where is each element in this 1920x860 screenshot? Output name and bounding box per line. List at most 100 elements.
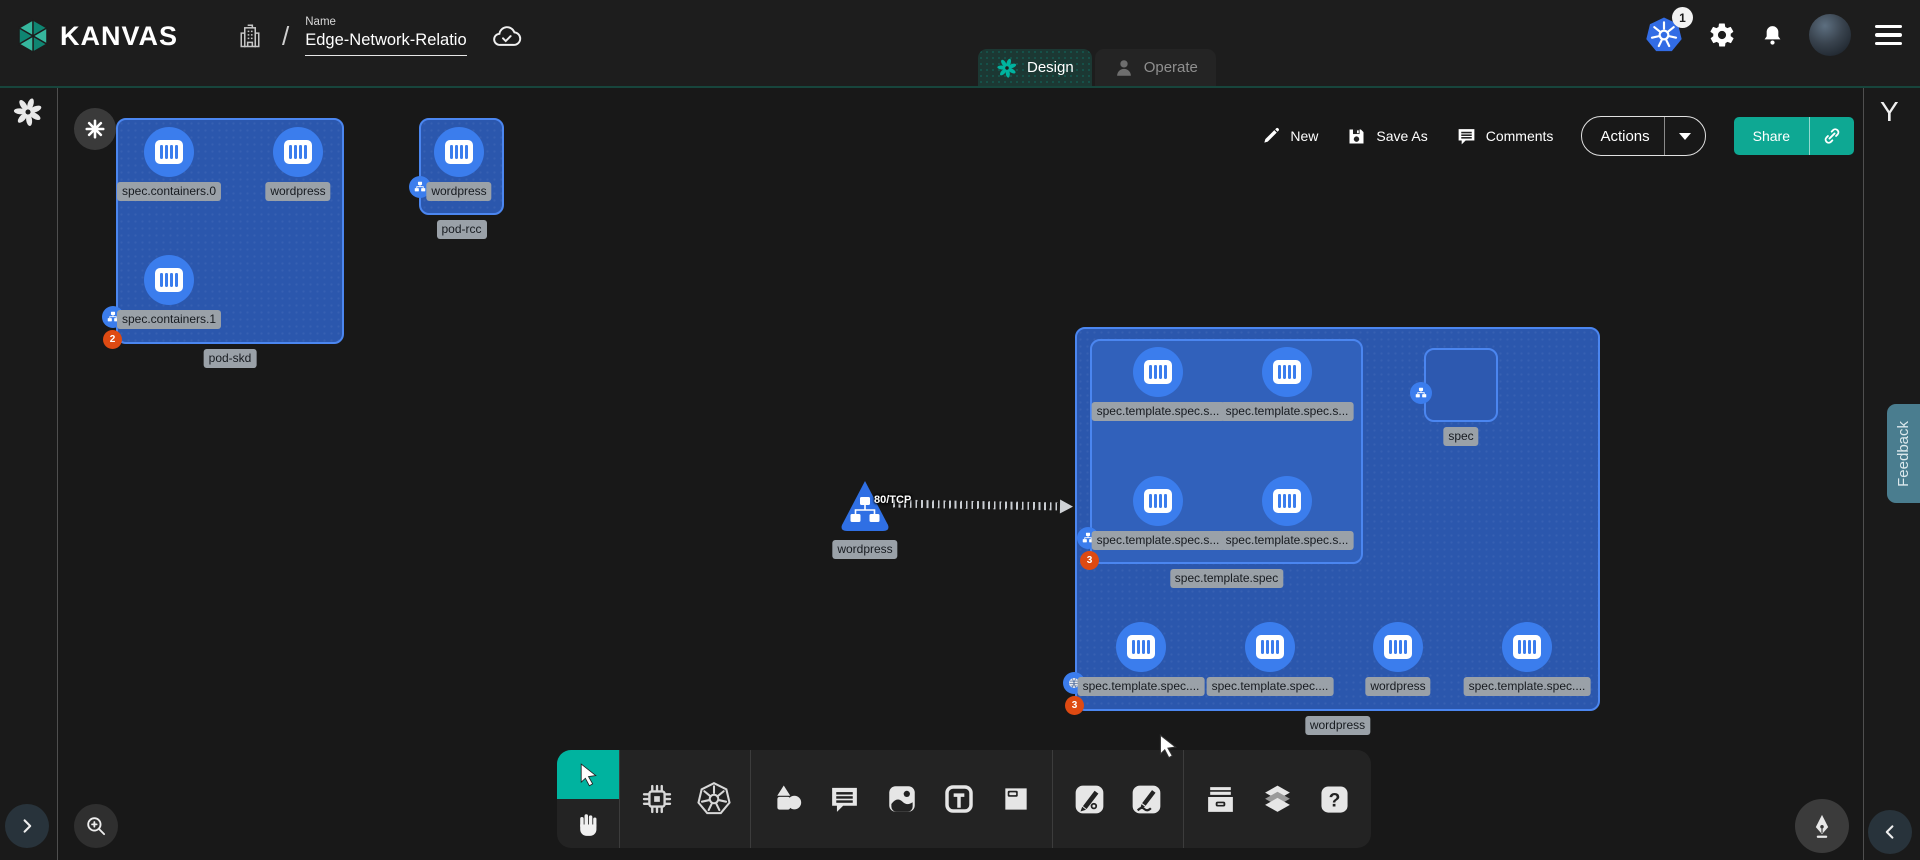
settings-gear-icon[interactable] bbox=[1708, 21, 1736, 49]
node-label: spec.template.spec.s... bbox=[1221, 402, 1354, 421]
container-icon bbox=[1133, 476, 1183, 526]
link-icon bbox=[1821, 125, 1843, 147]
mode-tabs: Design Operate bbox=[978, 49, 1216, 86]
kubernetes-context-button[interactable]: 1 bbox=[1644, 15, 1684, 55]
container-icon bbox=[1262, 476, 1312, 526]
asterisk-node-button[interactable] bbox=[74, 108, 116, 150]
actions-dropdown-button[interactable]: Actions bbox=[1581, 116, 1705, 156]
container-node[interactable]: wordpress bbox=[1373, 622, 1423, 672]
container-icon bbox=[273, 127, 323, 177]
service-edge[interactable] bbox=[893, 500, 1061, 511]
shapes-tool-button[interactable] bbox=[759, 750, 816, 848]
container-node[interactable]: spec.template.spec.... bbox=[1502, 622, 1552, 672]
pencil-icon bbox=[1261, 126, 1281, 146]
archive-tool-button[interactable] bbox=[1192, 750, 1249, 848]
pen-tool-button[interactable] bbox=[1061, 750, 1118, 848]
node-label: spec.template.spec.... bbox=[1464, 677, 1591, 696]
svg-text:?: ? bbox=[1329, 790, 1341, 811]
error-count-badge[interactable]: 2 bbox=[103, 330, 122, 349]
container-icon bbox=[144, 255, 194, 305]
layers-tool-button[interactable] bbox=[1249, 750, 1306, 848]
cloud-sync-icon[interactable] bbox=[491, 21, 522, 52]
save-as-button[interactable]: Save As bbox=[1346, 126, 1427, 147]
tab-operate[interactable]: Operate bbox=[1095, 49, 1216, 86]
group-spec[interactable]: spec bbox=[1424, 348, 1498, 422]
hamburger-menu-icon[interactable] bbox=[1875, 25, 1902, 46]
image-tool-button[interactable] bbox=[873, 750, 930, 848]
sticky-note-tool-button[interactable] bbox=[987, 750, 1044, 848]
zoom-button[interactable] bbox=[74, 804, 118, 848]
text-tool-button[interactable] bbox=[930, 750, 987, 848]
design-name-input[interactable]: Edge-Network-Relatio bbox=[305, 31, 467, 56]
kubernetes-tool-button[interactable] bbox=[685, 750, 742, 848]
container-node[interactable]: spec.template.spec.s... bbox=[1133, 347, 1183, 397]
notifications-bell-icon[interactable] bbox=[1760, 23, 1785, 48]
node-label: spec.template.spec.s... bbox=[1221, 531, 1354, 550]
group-label: pod-rcc bbox=[436, 220, 486, 239]
meshery-spiral-icon[interactable] bbox=[12, 96, 44, 128]
y-panel-icon[interactable]: Y bbox=[1880, 96, 1899, 128]
error-count-badge[interactable]: 3 bbox=[1065, 696, 1084, 715]
new-button[interactable]: New bbox=[1261, 126, 1318, 146]
group-label: wordpress bbox=[1305, 716, 1370, 735]
group-label: pod-skd bbox=[204, 349, 257, 368]
kanvas-logo-icon[interactable] bbox=[14, 17, 52, 55]
tab-design[interactable]: Design bbox=[978, 49, 1092, 86]
expand-sidebar-button[interactable] bbox=[5, 804, 49, 848]
freehand-tool-button[interactable] bbox=[1118, 750, 1175, 848]
node-label: wordpress bbox=[832, 540, 897, 559]
container-icon bbox=[1373, 622, 1423, 672]
container-icon bbox=[1133, 347, 1183, 397]
container-node[interactable]: wordpress bbox=[273, 127, 323, 177]
breadcrumb-separator: / bbox=[282, 21, 289, 52]
feedback-tab[interactable]: Feedback bbox=[1887, 404, 1920, 503]
new-button-label: New bbox=[1290, 128, 1318, 144]
collapse-panel-button[interactable] bbox=[1868, 810, 1912, 854]
comments-button[interactable]: Comments bbox=[1456, 126, 1554, 147]
service-node[interactable]: wordpress bbox=[839, 478, 891, 535]
comments-label: Comments bbox=[1486, 128, 1554, 144]
container-node[interactable]: spec.containers.1 bbox=[144, 255, 194, 305]
tab-design-label: Design bbox=[1027, 59, 1074, 76]
organization-icon[interactable] bbox=[236, 22, 264, 50]
container-node[interactable]: spec.containers.0 bbox=[144, 127, 194, 177]
container-icon bbox=[1262, 347, 1312, 397]
error-count-badge[interactable]: 3 bbox=[1080, 551, 1099, 570]
feedback-label: Feedback bbox=[1895, 421, 1912, 487]
floppy-icon bbox=[1346, 126, 1367, 147]
node-label: wordpress bbox=[1365, 677, 1430, 696]
container-icon bbox=[1245, 622, 1295, 672]
node-label: spec.template.spec.s... bbox=[1092, 402, 1225, 421]
help-tool-button[interactable]: ? bbox=[1306, 750, 1363, 848]
node-label: spec.template.spec.s... bbox=[1092, 531, 1225, 550]
comment-icon bbox=[1456, 126, 1477, 147]
pan-tool-button[interactable] bbox=[557, 799, 619, 848]
share-split-button[interactable]: Share bbox=[1734, 117, 1854, 155]
operate-person-icon bbox=[1113, 57, 1135, 79]
actions-caret-button[interactable] bbox=[1664, 117, 1705, 155]
kubernetes-context-badge: 1 bbox=[1672, 7, 1693, 28]
copy-link-button[interactable] bbox=[1809, 117, 1854, 155]
select-tool-button[interactable] bbox=[557, 750, 619, 799]
comment-tool-button[interactable] bbox=[816, 750, 873, 848]
components-tool-button[interactable] bbox=[628, 750, 685, 848]
user-avatar[interactable] bbox=[1809, 14, 1851, 56]
container-icon bbox=[1502, 622, 1552, 672]
container-node[interactable]: wordpress bbox=[434, 127, 484, 177]
pen-mode-button[interactable] bbox=[1795, 799, 1849, 853]
container-node[interactable]: spec.template.spec.s... bbox=[1133, 476, 1183, 526]
share-label: Share bbox=[1734, 117, 1809, 155]
group-label: spec.template.spec bbox=[1170, 569, 1283, 588]
design-canvas[interactable]: New Save As Comments Actions Share 2 pod… bbox=[0, 88, 1920, 860]
design-name-field[interactable]: Name Edge-Network-Relatio bbox=[305, 16, 467, 56]
edge-port-label: 80/TCP bbox=[874, 494, 911, 506]
hierarchy-badge[interactable] bbox=[1410, 382, 1432, 404]
node-label: spec.template.spec.... bbox=[1078, 677, 1205, 696]
container-node[interactable]: spec.template.spec.... bbox=[1245, 622, 1295, 672]
container-node[interactable]: spec.template.spec.s... bbox=[1262, 476, 1312, 526]
node-label: spec.template.spec.... bbox=[1207, 677, 1334, 696]
question-icon: ? bbox=[1318, 783, 1351, 816]
container-node[interactable]: spec.template.spec.... bbox=[1116, 622, 1166, 672]
name-field-label: Name bbox=[305, 16, 467, 28]
container-node[interactable]: spec.template.spec.s... bbox=[1262, 347, 1312, 397]
